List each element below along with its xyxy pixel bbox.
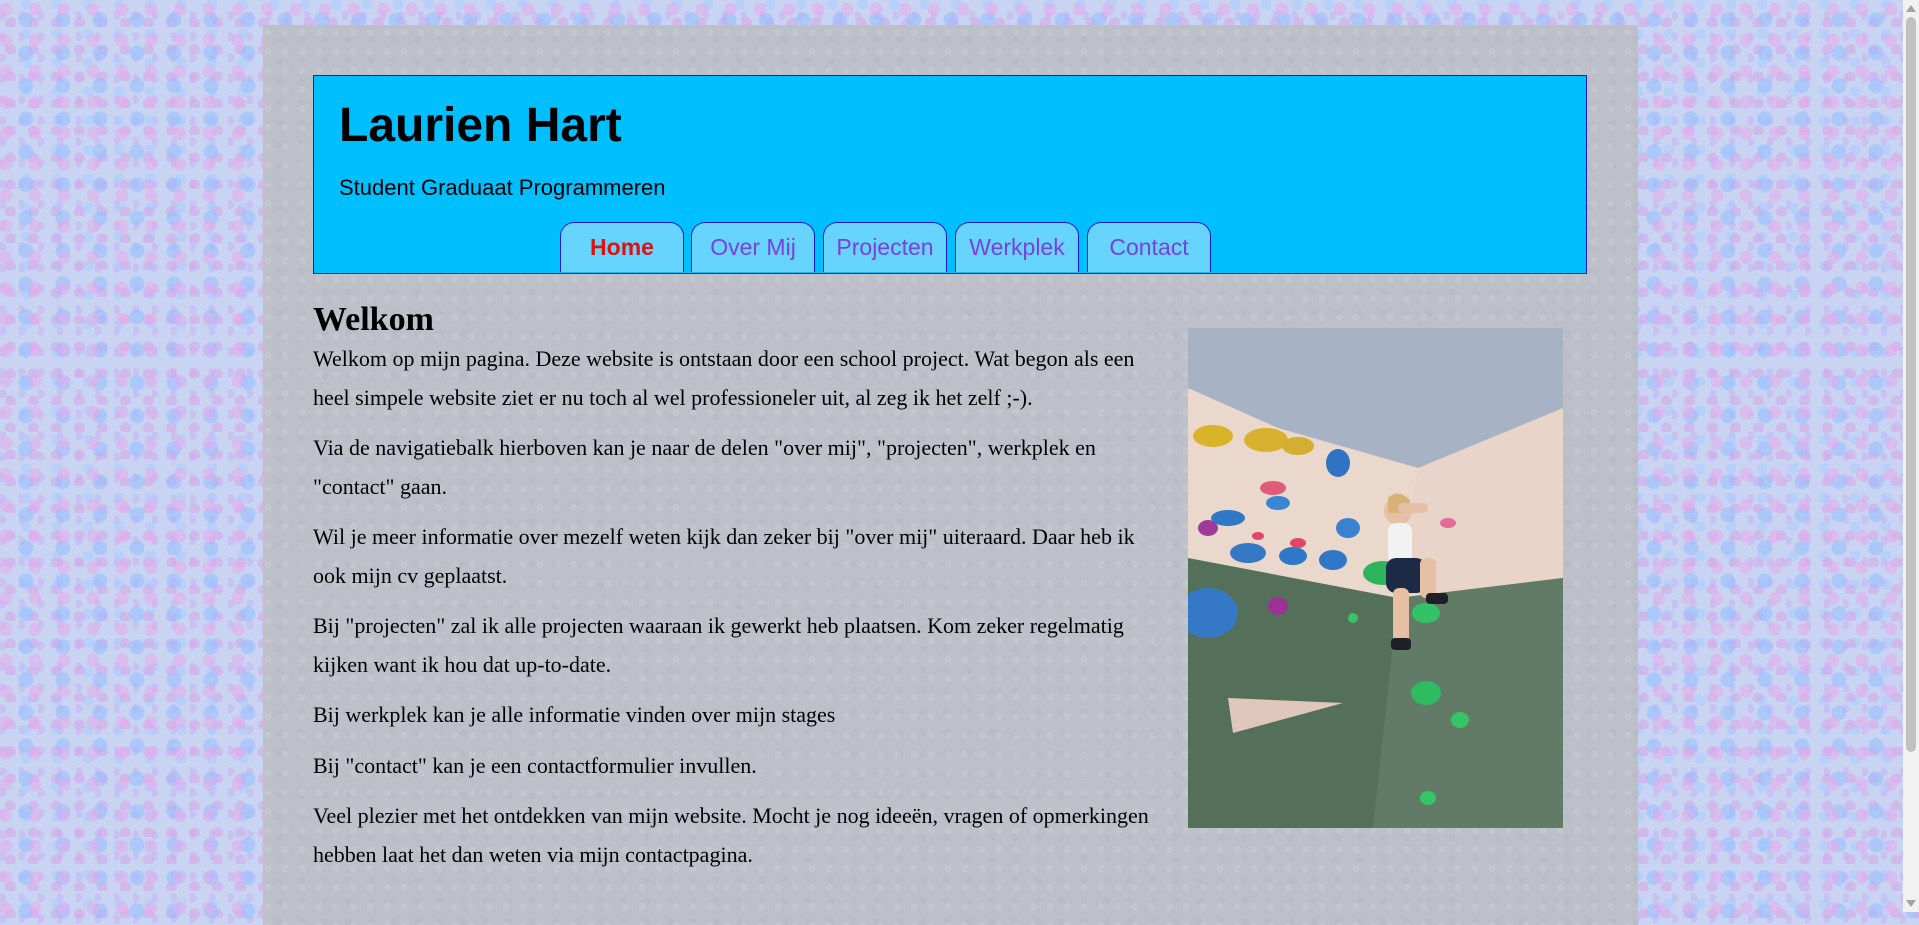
page-container: Laurien Hart Student Graduaat Programmer… <box>263 25 1638 925</box>
paragraph-over-mij: Wil je meer informatie over mezelf weten… <box>313 524 1135 588</box>
site-title: Laurien Hart <box>339 99 622 152</box>
page-heading: Welkom <box>313 301 434 338</box>
paragraph-closing: Veel plezier met het ontdekken van mijn … <box>313 803 1149 867</box>
tab-over-mij[interactable]: Over Mij <box>691 222 815 272</box>
climbing-photo <box>1188 328 1563 828</box>
scroll-up-arrow-icon[interactable] <box>1906 5 1916 12</box>
tab-home[interactable]: Home <box>560 222 684 272</box>
paragraph-intro: Welkom op mijn pagina. Deze website is o… <box>313 346 1135 410</box>
paragraph-projecten: Bij "projecten" zal ik alle projecten wa… <box>313 613 1124 677</box>
tab-contact[interactable]: Contact <box>1087 222 1211 272</box>
scrollbar-thumb[interactable] <box>1906 17 1916 752</box>
site-subtitle: Student Graduaat Programmeren <box>339 175 666 200</box>
paragraph-navigation: Via de navigatiebalk hierboven kan je na… <box>313 435 1096 499</box>
paragraph-contact: Bij "contact" kan je een contactformulie… <box>313 752 757 778</box>
tab-werkplek[interactable]: Werkplek <box>955 222 1079 272</box>
vertical-scrollbar[interactable] <box>1903 0 1919 912</box>
site-header: Laurien Hart Student Graduaat Programmer… <box>313 75 1587 274</box>
paragraph-werkplek: Bij werkplek kan je alle informatie vind… <box>313 702 836 727</box>
scroll-down-arrow-icon[interactable] <box>1906 900 1916 907</box>
main-content: Welkom Welkom op mijn pagina. Deze websi… <box>313 300 1151 886</box>
tab-projecten[interactable]: Projecten <box>823 222 947 272</box>
